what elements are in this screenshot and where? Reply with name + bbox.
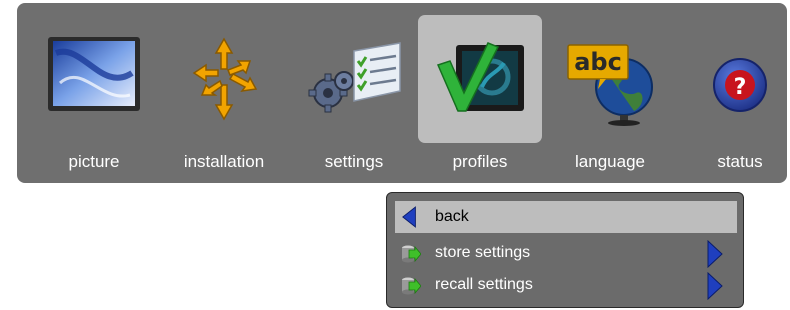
submenu-item-back[interactable]: back [395,201,737,233]
menu-item-label: settings [324,152,384,171]
chevron-right-icon [707,240,723,268]
status-icon: ? [713,58,767,112]
submenu-item-store-settings[interactable]: store settings [395,237,737,269]
menu-item-picture[interactable]: picture [32,3,156,183]
menu-item-installation[interactable]: installation [162,3,286,183]
submenu-item-label: recall settings [435,276,533,293]
menu-item-label: installation [183,152,265,171]
menu-item-language[interactable]: abc language [548,3,672,183]
menu-item-label: status [717,152,763,171]
submenu-item-label: store settings [435,244,531,261]
menu-item-label: language [575,152,645,171]
recall-settings-icon [402,277,421,295]
menu-item-settings[interactable]: settings [292,3,416,183]
language-icon-text: abc [574,48,622,76]
menu-item-label: profiles [452,152,508,171]
profiles-submenu: back store settings recall settings [386,192,744,308]
status-icon-text: ? [734,75,747,100]
submenu-item-label: back [435,208,469,225]
menu-item-profiles[interactable]: profiles [418,3,542,183]
back-arrow-icon [402,206,416,228]
profiles-icon [436,42,524,112]
menu-item-status[interactable]: ? status [678,3,790,183]
store-settings-icon [402,245,421,263]
chevron-right-icon [707,272,723,300]
submenu-item-recall-settings[interactable]: recall settings [395,269,737,301]
menu-item-label: picture [68,152,120,171]
language-icon: abc [567,44,653,126]
settings-icon [308,42,401,113]
installation-icon [192,37,258,121]
main-menu-bar: picture installation settings profiles a… [17,3,787,183]
picture-icon [48,37,140,111]
